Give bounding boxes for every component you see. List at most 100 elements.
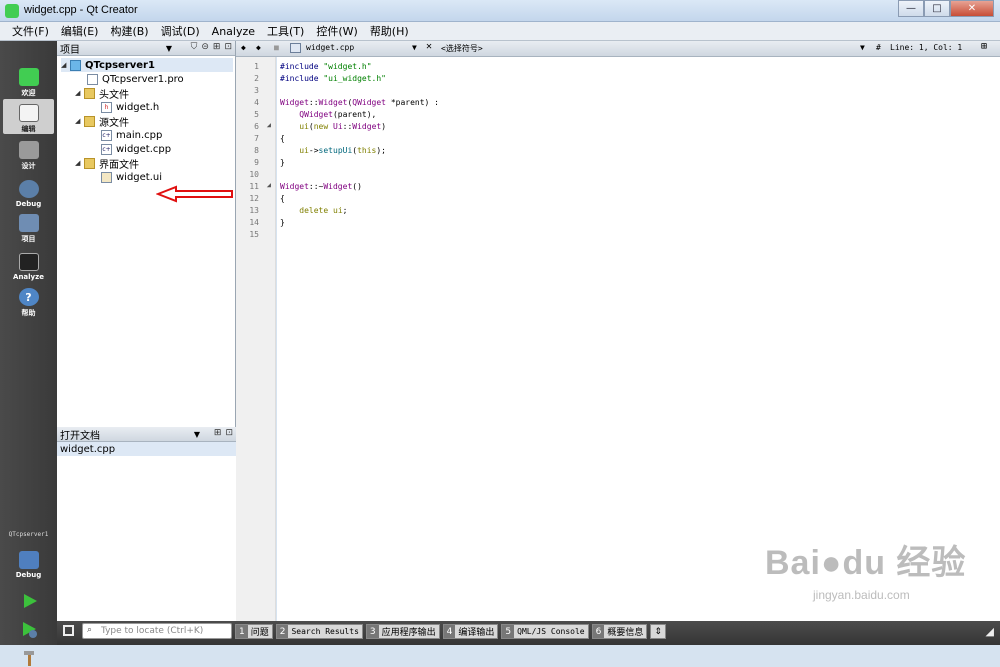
split-icon[interactable]: ⊞: [213, 42, 221, 52]
open-document-item[interactable]: widget.cpp: [57, 442, 236, 456]
menu-tools[interactable]: 工具(T): [261, 23, 310, 39]
forward-arrow-icon[interactable]: ◆: [256, 43, 261, 52]
tree-item-widget-h[interactable]: h widget.h: [101, 100, 159, 114]
tab-general-messages[interactable]: 6 概要信息: [591, 624, 648, 639]
code-line[interactable]: }: [280, 217, 285, 229]
tree-item-label: 头文件: [99, 89, 129, 101]
tab-label: 应用程序输出: [381, 628, 436, 638]
mode-debug-label: Debug: [15, 200, 42, 208]
tree-item-main-cpp[interactable]: c+ main.cpp: [101, 128, 162, 142]
editor-file-selector[interactable]: widget.cpp: [306, 43, 354, 52]
expand-arrow-icon[interactable]: ◢: [75, 159, 84, 167]
tree-item-project[interactable]: ◢ QTcpserver1: [61, 58, 233, 72]
tree-item-headers[interactable]: ◢ 头文件: [75, 86, 129, 101]
mode-design[interactable]: 设计: [3, 136, 54, 171]
code-line[interactable]: ui->setupUi(this);: [280, 145, 386, 157]
tab-number: 3: [366, 625, 379, 638]
tab-label: Search Results: [291, 627, 359, 636]
line-number: 15: [249, 230, 259, 239]
locator-input[interactable]: ⌕ Type to locate (Ctrl+K): [82, 623, 232, 639]
tab-application-output[interactable]: 3 应用程序输出: [365, 624, 440, 639]
cursor-position: Line: 1, Col: 1: [890, 43, 963, 52]
tab-qml-console[interactable]: 5 QML/JS Console: [501, 624, 589, 639]
chevron-down-icon[interactable]: ▼: [166, 44, 172, 53]
tree-item-forms[interactable]: ◢ 界面文件: [75, 156, 139, 171]
menu-help[interactable]: 帮助(H): [364, 23, 415, 39]
more-tabs-chevron-icon[interactable]: ⇕: [650, 624, 666, 639]
code-line[interactable]: Widget::~Widget(): [280, 181, 362, 193]
mode-projects-label: 项目: [21, 235, 36, 243]
maximize-button[interactable]: □: [924, 0, 950, 17]
chevron-down-icon[interactable]: ▼: [194, 430, 200, 439]
symbol-selector[interactable]: <选择符号>: [441, 43, 483, 54]
tab-compile-output[interactable]: 4 编译输出: [442, 624, 499, 639]
mode-help-label: 帮助: [21, 309, 36, 317]
baidu-watermark: Bai●du 经验 jingyan.baidu.com: [765, 535, 985, 625]
tree-item-widget-ui[interactable]: widget.ui: [101, 170, 162, 184]
close-document-icon[interactable]: ✕: [426, 41, 432, 52]
close-pane-icon[interactable]: ⊡: [225, 428, 233, 438]
mode-projects[interactable]: 项目: [3, 209, 54, 244]
tree-item-label: widget.h: [116, 101, 160, 113]
chevron-down-icon[interactable]: ▼: [860, 43, 865, 52]
debug-run-icon[interactable]: [21, 621, 39, 639]
menu-analyze[interactable]: Analyze: [206, 25, 261, 38]
tab-number: 2: [276, 625, 289, 638]
window-title: widget.cpp - Qt Creator: [24, 4, 138, 16]
code-line[interactable]: ui(new Ui::Widget): [280, 121, 386, 133]
mode-selector: 欢迎 编辑 设计 Debug 项目 Analyze ? 帮助 QTcpserve…: [0, 41, 57, 666]
code-line[interactable]: }: [280, 157, 285, 169]
close-pane-icon[interactable]: ⊡: [224, 42, 232, 52]
mode-welcome[interactable]: 欢迎: [3, 63, 54, 98]
minimize-button[interactable]: —: [898, 0, 924, 17]
tree-item-widget-cpp[interactable]: c+ widget.cpp: [101, 142, 171, 156]
code-line[interactable]: #include "widget.h": [280, 61, 372, 73]
cpp-file-icon: [290, 43, 301, 53]
menu-widgets[interactable]: 控件(W): [310, 23, 363, 39]
code-line[interactable]: QWidget(parent),: [280, 109, 376, 121]
code-line[interactable]: delete ui;: [280, 205, 347, 217]
resize-grip-icon[interactable]: ◢: [986, 625, 994, 638]
expand-arrow-icon[interactable]: ◢: [75, 117, 84, 125]
back-arrow-icon[interactable]: ◆: [241, 43, 246, 52]
menu-edit[interactable]: 编辑(E): [55, 23, 105, 39]
line-number: 8: [254, 146, 259, 155]
code-line[interactable]: Widget::Widget(QWidget *parent) :: [280, 97, 439, 109]
mode-help[interactable]: ? 帮助: [3, 283, 54, 318]
expand-arrow-icon[interactable]: ◢: [61, 61, 70, 69]
code-line[interactable]: {: [280, 133, 285, 145]
tab-number: 4: [443, 625, 456, 638]
menu-file[interactable]: 文件(F): [6, 23, 55, 39]
filter-icon[interactable]: ⛉: [191, 42, 198, 52]
toggle-sidebar-icon[interactable]: [63, 625, 74, 636]
close-button[interactable]: ✕: [950, 0, 994, 17]
fold-marker-icon[interactable]: ◢: [267, 121, 271, 129]
fold-marker-icon[interactable]: ◢: [267, 181, 271, 189]
link-icon[interactable]: ⊝: [201, 42, 209, 52]
chevron-down-icon[interactable]: ▼: [412, 43, 417, 52]
mode-debug[interactable]: Debug: [3, 173, 54, 208]
split-editor-icon[interactable]: ⊞: [981, 41, 987, 52]
mode-welcome-label: 欢迎: [21, 89, 36, 97]
expand-arrow-icon[interactable]: ◢: [75, 89, 84, 97]
run-icon[interactable]: [22, 593, 38, 609]
mode-analyze[interactable]: Analyze: [3, 246, 54, 281]
project-icon: [70, 59, 81, 71]
build-hammer-icon[interactable]: [21, 649, 39, 667]
analyze-monitor-icon: [18, 253, 39, 271]
tree-item-sources[interactable]: ◢ 源文件: [75, 114, 129, 129]
tab-number: 1: [236, 625, 248, 638]
split-icon[interactable]: ⊞: [214, 428, 222, 438]
menu-debug[interactable]: 调试(D): [155, 23, 206, 39]
output-pane-tabs: 1 问题 2 Search Results 3 应用程序输出 4 编译输出 5 QML/J…: [235, 624, 666, 639]
kit-selector[interactable]: Debug: [3, 544, 54, 579]
code-line[interactable]: {: [280, 193, 285, 205]
menu-build[interactable]: 构建(B): [104, 23, 154, 39]
tab-search-results[interactable]: 2 Search Results: [275, 624, 363, 639]
tree-item-pro-file[interactable]: QTcpserver1.pro: [87, 72, 184, 86]
code-line[interactable]: #include "ui_widget.h": [280, 73, 386, 85]
project-pane-title[interactable]: 项目: [60, 41, 80, 56]
mode-edit[interactable]: 编辑: [3, 99, 54, 134]
tab-label: 概要信息: [607, 628, 644, 638]
tab-issues[interactable]: 1 问题: [235, 624, 273, 639]
